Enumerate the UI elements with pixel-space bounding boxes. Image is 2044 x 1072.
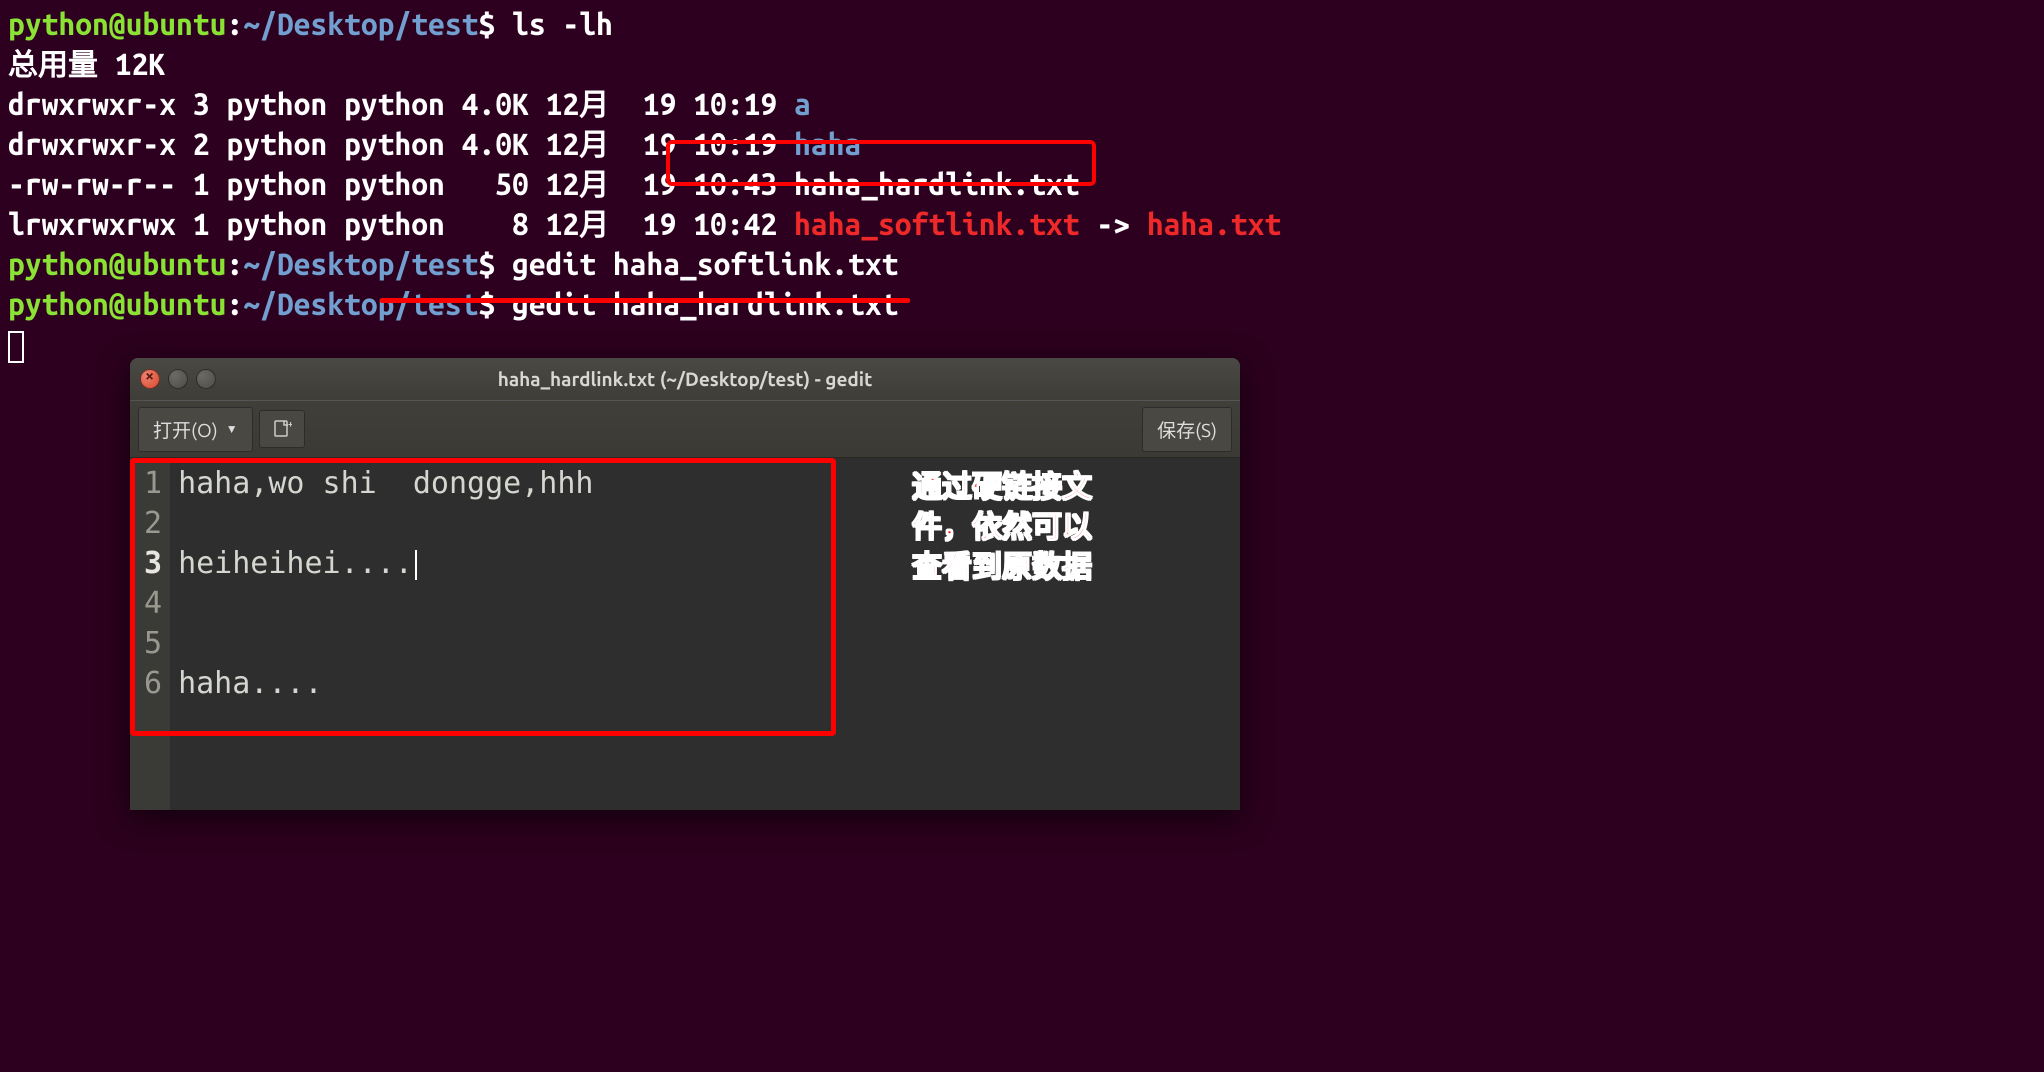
- open-button-label: 打开(O): [153, 416, 218, 443]
- gedit-window-title: haha_hardlink.txt (~/Desktop/test) - ged…: [130, 368, 1240, 390]
- annotation-callout-text: 通过硬链接文件，依然可以查看到原数据: [912, 468, 1092, 588]
- line-number-gutter: 123456: [130, 458, 170, 810]
- new-document-icon: +: [272, 419, 292, 439]
- terminal-output[interactable]: python@ubuntu:~/Desktop/test$ ls -lh 总用量…: [0, 0, 2044, 372]
- gedit-toolbar: 打开(O) ▼ + 保存(S): [130, 400, 1240, 458]
- svg-text:+: +: [288, 419, 292, 429]
- open-button[interactable]: 打开(O) ▼: [138, 407, 253, 452]
- annotation-underline-cmd: [380, 298, 910, 303]
- gedit-titlebar[interactable]: haha_hardlink.txt (~/Desktop/test) - ged…: [130, 358, 1240, 400]
- chevron-down-icon: ▼: [226, 422, 238, 436]
- save-button-label: 保存(S): [1157, 416, 1217, 443]
- save-button[interactable]: 保存(S): [1142, 407, 1232, 452]
- new-tab-button[interactable]: +: [259, 410, 305, 448]
- annotation-highlight-hardlink: [666, 140, 1096, 186]
